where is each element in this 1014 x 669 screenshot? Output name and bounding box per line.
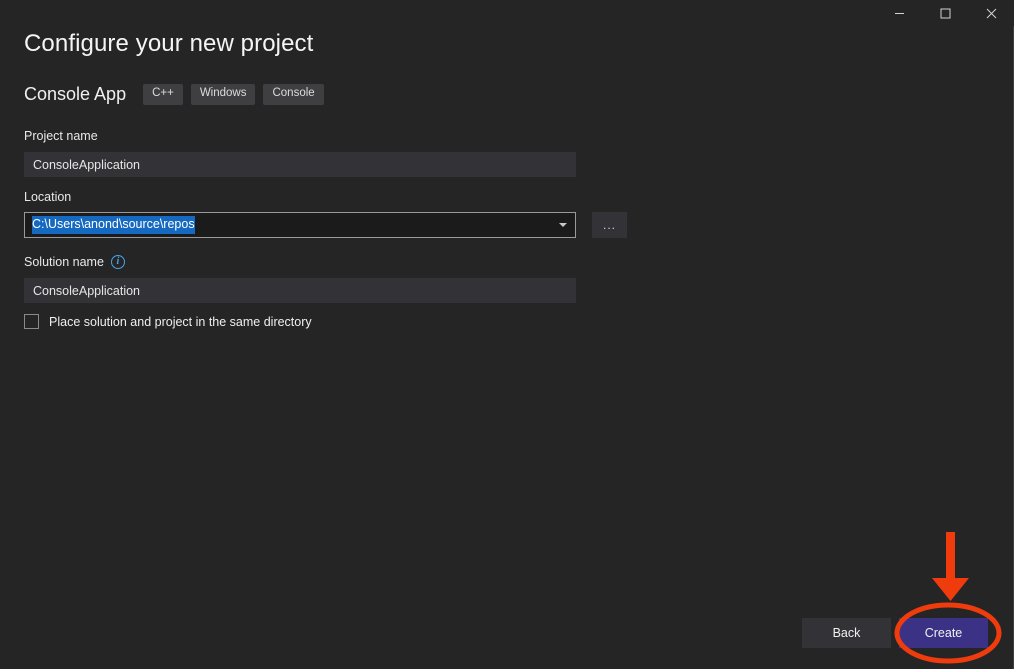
tag-project-type: Console [263, 84, 323, 105]
browse-button[interactable]: ... [592, 212, 627, 238]
create-button[interactable]: Create [899, 618, 988, 648]
solution-name-input[interactable] [24, 278, 576, 303]
maximize-icon [940, 8, 951, 19]
chevron-down-icon[interactable] [559, 223, 567, 227]
project-name-input[interactable] [24, 152, 576, 177]
minimize-icon [894, 8, 905, 19]
project-name-label: Project name [24, 129, 98, 143]
same-directory-checkbox-row[interactable]: Place solution and project in the same d… [24, 314, 312, 329]
solution-name-label: Solution name [24, 255, 104, 269]
location-input[interactable]: C:\Users\anond\source\repos [24, 212, 576, 238]
title-bar [0, 0, 1014, 26]
down-arrow-annotation [932, 532, 969, 601]
tag-platform: Windows [191, 84, 256, 105]
location-value: C:\Users\anond\source\repos [32, 216, 195, 235]
location-label: Location [24, 190, 71, 204]
close-icon [986, 8, 997, 19]
page-title: Configure your new project [24, 30, 313, 58]
close-button[interactable] [968, 0, 1014, 26]
new-project-dialog: Configure your new project Console App C… [0, 0, 1014, 669]
minimize-button[interactable] [876, 0, 922, 26]
same-directory-checkbox[interactable] [24, 314, 39, 329]
tag-language: C++ [143, 84, 183, 105]
maximize-button[interactable] [922, 0, 968, 26]
solution-name-label-row: Solution name i [24, 255, 125, 269]
template-summary: Console App C++ Windows Console [24, 84, 332, 105]
same-directory-label: Place solution and project in the same d… [49, 315, 312, 329]
template-name: Console App [24, 84, 126, 105]
info-icon[interactable]: i [111, 255, 125, 269]
back-button[interactable]: Back [802, 618, 891, 648]
